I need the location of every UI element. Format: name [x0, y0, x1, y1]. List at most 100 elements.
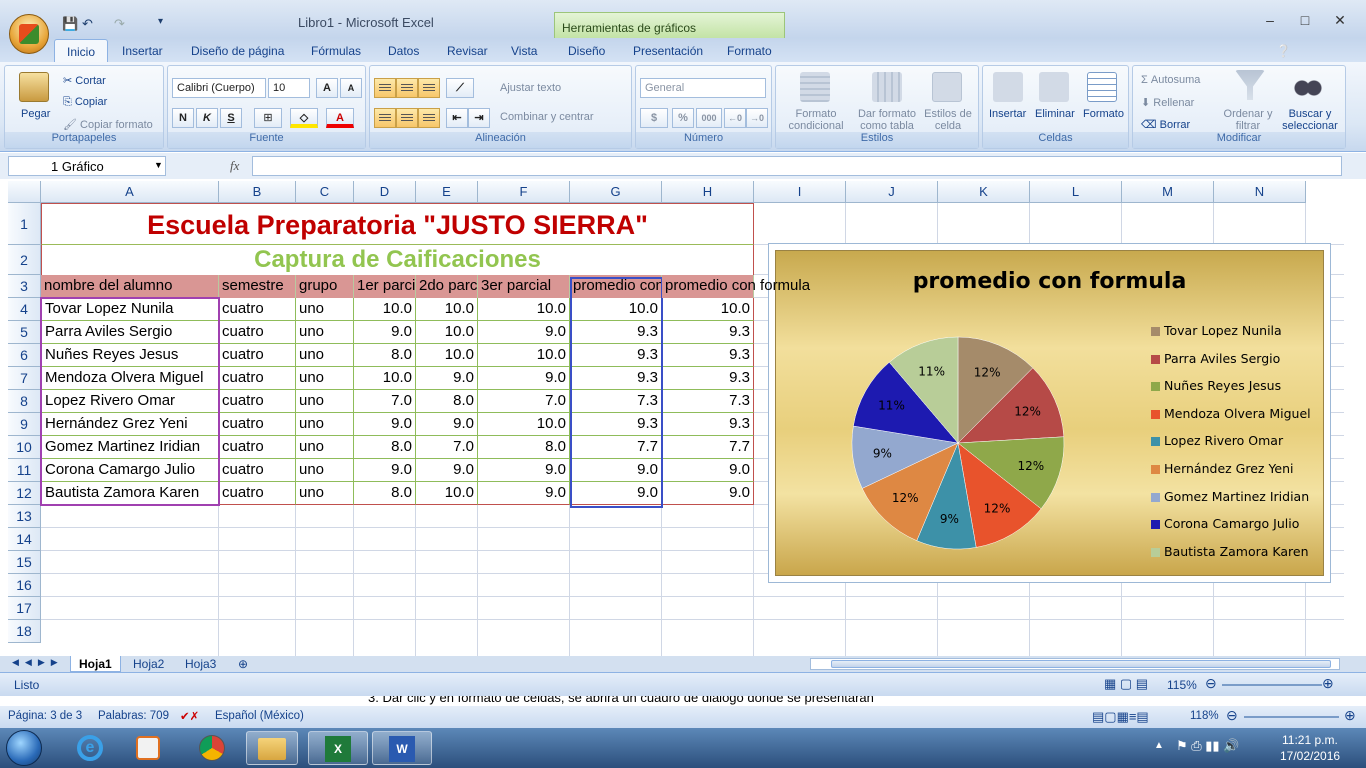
tray-expand-icon[interactable]: ▲	[1154, 740, 1164, 751]
table-cell[interactable]: Gomez Martinez Iridian	[41, 436, 219, 459]
legend-item[interactable]: Gomez Martinez Iridian	[1151, 489, 1309, 504]
decrease-indent-button[interactable]: ⇤	[446, 108, 468, 128]
row-header-9[interactable]: 9	[8, 413, 41, 436]
table-cell[interactable]: 8.0	[354, 482, 416, 505]
align-top-button[interactable]	[374, 78, 396, 98]
table-cell[interactable]: cuatro	[219, 298, 296, 321]
row-header-4[interactable]: 4	[8, 298, 41, 321]
header-cell[interactable]: 3er parcial	[478, 275, 570, 298]
format-painter-button[interactable]: 🖌 Copiar formato	[63, 118, 153, 131]
font-color-button[interactable]: A	[326, 108, 354, 128]
table-cell[interactable]: 10.0	[416, 321, 478, 344]
legend-item[interactable]: Parra Aviles Sergio	[1151, 351, 1280, 366]
word-zoom-in-icon[interactable]: ⊕	[1344, 707, 1356, 724]
table-cell[interactable]: 7.0	[416, 436, 478, 459]
table-cell[interactable]: 9.3	[662, 413, 754, 436]
currency-button[interactable]: $	[640, 108, 668, 128]
name-box-dropdown-icon[interactable]: ▼	[154, 160, 163, 170]
col-header-F[interactable]: F	[478, 181, 570, 203]
legend-item[interactable]: Corona Camargo Julio	[1151, 516, 1299, 531]
zoom-level[interactable]: 115%	[1167, 678, 1197, 692]
format-cells-icon[interactable]	[1087, 72, 1117, 102]
col-header-L[interactable]: L	[1030, 181, 1122, 203]
sheet-title-cell[interactable]: Escuela Preparatoria "JUSTO SIERRA"	[41, 203, 754, 245]
legend-item[interactable]: Bautista Zamora Karen	[1151, 544, 1309, 559]
font-size-select[interactable]: 10	[268, 78, 310, 98]
legend-item[interactable]: Nuñes Reyes Jesus	[1151, 378, 1281, 393]
tab-diseno-pagina[interactable]: Diseño de página	[191, 44, 284, 58]
increase-decimal-button[interactable]: ←0	[724, 108, 746, 128]
table-cell[interactable]: 10.0	[354, 367, 416, 390]
table-cell[interactable]: 10.0	[570, 298, 662, 321]
format-cells-button[interactable]: Formato	[1083, 108, 1124, 120]
table-cell[interactable]: 9.0	[354, 459, 416, 482]
name-box[interactable]: 1 Gráfico	[8, 156, 166, 176]
tab-inicio[interactable]: Inicio	[54, 39, 109, 63]
horizontal-scrollbar[interactable]	[810, 658, 1340, 670]
paste-icon[interactable]	[19, 72, 49, 102]
word-language[interactable]: Español (México)	[215, 710, 304, 722]
col-header-A[interactable]: A	[41, 181, 219, 203]
col-header-M[interactable]: M	[1122, 181, 1214, 203]
increase-indent-button[interactable]: ⇥	[468, 108, 490, 128]
tab-formulas[interactable]: Fórmulas	[311, 44, 361, 58]
table-cell[interactable]: 9.3	[570, 344, 662, 367]
number-format-select[interactable]: General	[640, 78, 766, 98]
sheet-tab-hoja3[interactable]: Hoja3	[177, 656, 224, 672]
tab-vista[interactable]: Vista	[511, 44, 537, 58]
header-cell[interactable]: nombre del alumno	[41, 275, 219, 298]
table-cell[interactable]: 9.3	[662, 367, 754, 390]
col-header-H[interactable]: H	[662, 181, 754, 203]
col-header-C[interactable]: C	[296, 181, 354, 203]
customize-qat-icon[interactable]: ▾	[158, 16, 163, 27]
zoom-slider[interactable]	[1222, 684, 1322, 686]
table-cell[interactable]: 10.0	[354, 298, 416, 321]
tray-icons[interactable]: ⚑ ⎙ ▮▮ 🔊	[1176, 738, 1239, 754]
col-header-J[interactable]: J	[846, 181, 938, 203]
paste-button[interactable]: Pegar	[21, 108, 50, 120]
merge-center-button[interactable]: Combinar y centrar	[500, 111, 594, 123]
table-cell[interactable]: 9.3	[662, 344, 754, 367]
header-cell[interactable]: 1er parcial	[354, 275, 416, 298]
header-cell[interactable]: promedio con formula	[662, 275, 810, 298]
table-cell[interactable]: cuatro	[219, 367, 296, 390]
table-cell[interactable]: 10.0	[478, 298, 570, 321]
table-cell[interactable]: Lopez Rivero Omar	[41, 390, 219, 413]
table-cell[interactable]: 9.0	[416, 367, 478, 390]
table-cell[interactable]: 9.0	[662, 459, 754, 482]
bold-button[interactable]: N	[172, 108, 194, 128]
header-cell[interactable]: grupo	[296, 275, 354, 298]
table-cell[interactable]: 7.3	[662, 390, 754, 413]
header-cell[interactable]: semestre	[219, 275, 296, 298]
sort-filter-button[interactable]: Ordenar y filtrar	[1223, 108, 1273, 132]
row-header-10[interactable]: 10	[8, 436, 41, 459]
table-cell[interactable]: 7.7	[662, 436, 754, 459]
row-header-12[interactable]: 12	[8, 482, 41, 505]
row-header-6[interactable]: 6	[8, 344, 41, 367]
cell-styles-button[interactable]: Estilos de celda	[922, 108, 974, 132]
tab-datos[interactable]: Datos	[388, 44, 419, 58]
format-as-table-button[interactable]: Dar formato como tabla	[854, 108, 920, 132]
horizontal-scroll-thumb[interactable]	[831, 660, 1331, 668]
table-cell[interactable]: 9.3	[570, 413, 662, 436]
align-bottom-button[interactable]	[418, 78, 440, 98]
legend-item[interactable]: Lopez Rivero Omar	[1151, 433, 1283, 448]
table-cell[interactable]: 9.0	[478, 482, 570, 505]
table-cell[interactable]: cuatro	[219, 321, 296, 344]
thousands-button[interactable]: 000	[696, 108, 722, 128]
table-cell[interactable]: 8.0	[354, 344, 416, 367]
clear-button[interactable]: ⌫ Borrar	[1141, 118, 1190, 131]
col-header-G[interactable]: G	[570, 181, 662, 203]
table-cell[interactable]: uno	[296, 459, 354, 482]
table-cell[interactable]: Tovar Lopez Nunila	[41, 298, 219, 321]
col-header-E[interactable]: E	[416, 181, 478, 203]
table-cell[interactable]: 9.3	[570, 321, 662, 344]
internet-explorer-icon[interactable]: e	[64, 731, 116, 765]
select-all-corner[interactable]	[8, 181, 41, 203]
minimize-button[interactable]: –	[1257, 12, 1283, 28]
table-cell[interactable]: 7.0	[354, 390, 416, 413]
row-header-13[interactable]: 13	[8, 505, 41, 528]
table-cell[interactable]: Bautista Zamora Karen	[41, 482, 219, 505]
redo-icon[interactable]: ↷	[114, 16, 125, 32]
table-cell[interactable]: cuatro	[219, 413, 296, 436]
